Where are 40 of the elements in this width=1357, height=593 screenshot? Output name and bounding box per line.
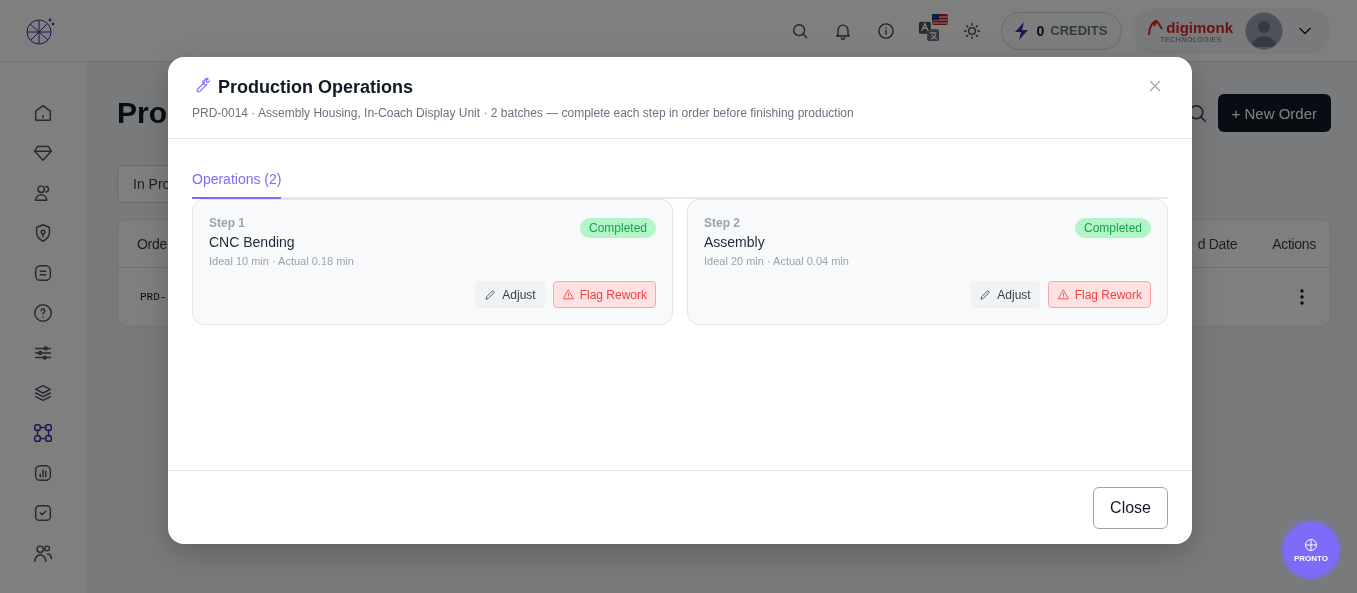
sidebar-item[interactable] [31,542,54,564]
step-number: Step 2 [704,216,741,230]
status-badge: Completed [579,218,656,238]
column-header: Actions [1272,235,1316,252]
close-button[interactable]: Close [1093,486,1168,529]
step-name: Assembly [704,234,765,250]
column-header: Orde [137,235,167,252]
new-order-button[interactable]: + New Order [1217,94,1331,132]
dialog-title: Production Operations [218,76,413,98]
step-number: Step 1 [209,216,246,230]
flag-rework-button[interactable]: Flag Rework [1047,281,1151,308]
bolt-icon [1014,21,1031,40]
globe-icon [1303,537,1319,552]
dialog-subtitle: PRD-0014 · Assembly Housing, In-Coach Display Unit · 2 batches — complete each step in order before finishing production [192,106,855,120]
status-badge: Completed [1074,218,1151,238]
pencil-icon [484,288,498,301]
adjust-button[interactable]: Adjust [475,281,545,308]
step-name: CNC Bending [209,234,295,250]
table-cell: PRD- [140,291,167,303]
column-header: d Date [1197,235,1238,252]
nodes-icon [31,422,54,444]
pencil-icon [979,288,993,301]
sidebar-item[interactable] [31,422,54,444]
sidebar-item[interactable] [31,302,54,324]
avatar-icon [1245,11,1283,50]
credits-button[interactable]: 0 CREDITS [1001,11,1123,50]
more-icon[interactable] [1300,289,1304,305]
step-timing: Ideal 10 min · Actual 0.18 min [209,255,355,267]
flag-rework-button[interactable]: Flag Rework [552,281,656,308]
help-icon [31,302,54,324]
page-title: Pro [117,96,167,130]
assistant-button[interactable]: PRONTO [1283,522,1339,578]
brand-logo-icon [1146,18,1165,36]
adjust-button[interactable]: Adjust [970,281,1040,308]
step-timing: Ideal 20 min · Actual 0.04 min [704,255,850,267]
flag-icon [931,13,948,25]
users-icon [31,542,54,564]
warning-icon [1056,288,1070,301]
brand-name: digimonk [1166,19,1233,35]
warning-icon [561,288,575,301]
